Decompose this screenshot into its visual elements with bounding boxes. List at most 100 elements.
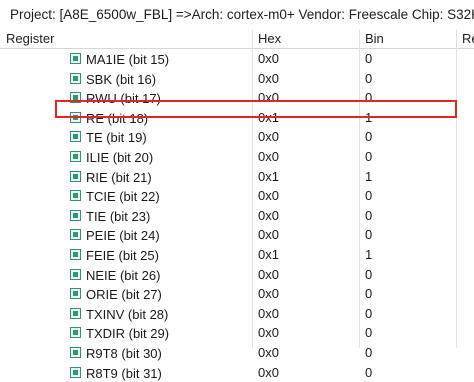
register-name-cell[interactable]: TE (bit 19) [70, 127, 252, 147]
bitfield-icon [70, 190, 81, 201]
bin-value-cell[interactable]: 0 [365, 147, 455, 167]
register-name-label: TXINV (bit 28) [86, 306, 168, 321]
bin-value-cell[interactable]: 0 [365, 343, 455, 363]
bitfield-icon [70, 308, 81, 319]
table-row[interactable]: PEIE (bit 24) 0x0 0 [0, 225, 474, 245]
register-name-cell[interactable]: NEIE (bit 26) [70, 265, 252, 285]
register-name-label: TIE (bit 23) [86, 209, 150, 224]
bitfield-icon [70, 112, 81, 123]
register-table-body: MA1IE (bit 15)0x00SBK (bit 16)0x00RWU (b… [0, 49, 474, 382]
table-row[interactable]: TXINV (bit 28) 0x0 0 [0, 304, 474, 324]
table-row[interactable]: NEIE (bit 26) 0x0 0 [0, 265, 474, 285]
hex-value-cell[interactable]: 0x0 [258, 127, 358, 147]
register-name-cell[interactable]: TXDIR (bit 29) [70, 323, 252, 343]
bin-value-cell[interactable]: 0 [365, 363, 455, 382]
bitfield-icon [70, 92, 81, 103]
hex-value-cell[interactable]: 0x0 [258, 363, 358, 382]
hex-value-cell[interactable]: 0x0 [258, 147, 358, 167]
table-row[interactable]: FEIE (bit 25) 0x1 1 [0, 245, 474, 265]
bin-value-cell[interactable]: 0 [365, 206, 455, 226]
bin-value-cell[interactable]: 1 [365, 245, 455, 265]
hex-value-cell[interactable]: 0x0 [258, 88, 358, 108]
bin-value-cell[interactable]: 0 [365, 186, 455, 206]
bitfield-icon [70, 269, 81, 280]
bitfield-icon [70, 171, 81, 182]
register-name-cell[interactable]: TIE (bit 23) [70, 206, 252, 226]
register-name-cell[interactable]: ORIE (bit 27) [70, 284, 252, 304]
column-header-re[interactable]: Re [456, 30, 474, 48]
bin-value-cell[interactable]: 1 [365, 108, 455, 128]
table-row[interactable]: ORIE (bit 27) 0x0 0 [0, 284, 474, 304]
hex-value-cell[interactable]: 0x0 [258, 284, 358, 304]
register-name-cell[interactable]: SBK (bit 16) [70, 69, 252, 89]
bin-value-cell[interactable]: 0 [365, 69, 455, 89]
column-header-bin[interactable]: Bin [359, 30, 456, 48]
table-row[interactable]: MA1IE (bit 15) 0x0 0 [0, 49, 474, 69]
hex-value-cell[interactable]: 0x0 [258, 265, 358, 285]
table-row[interactable]: RWU (bit 17) 0x0 0 [0, 88, 474, 108]
register-name-label: ORIE (bit 27) [86, 287, 162, 302]
hex-value-cell[interactable]: 0x0 [258, 206, 358, 226]
register-name-cell[interactable]: R8T9 (bit 31) [70, 363, 252, 382]
hex-value-cell[interactable]: 0x0 [258, 69, 358, 89]
register-name-label: PEIE (bit 24) [86, 228, 160, 243]
register-name-label: MA1IE (bit 15) [86, 52, 169, 67]
hex-value-cell[interactable]: 0x0 [258, 343, 358, 363]
bin-value-cell[interactable]: 0 [365, 284, 455, 304]
table-row[interactable]: RE (bit 18) 0x1 1 [0, 108, 474, 128]
hex-value-cell[interactable]: 0x0 [258, 225, 358, 245]
table-header: Register Hex Bin Re [0, 30, 474, 49]
hex-value-cell[interactable]: 0x0 [258, 49, 358, 69]
bitfield-icon [70, 288, 81, 299]
register-name-cell[interactable]: RIE (bit 21) [70, 167, 252, 187]
register-name-cell[interactable]: MA1IE (bit 15) [70, 49, 252, 69]
hex-value-cell[interactable]: 0x0 [258, 186, 358, 206]
bin-value-cell[interactable]: 0 [365, 265, 455, 285]
register-name-cell[interactable]: PEIE (bit 24) [70, 225, 252, 245]
table-row[interactable]: TE (bit 19) 0x0 0 [0, 127, 474, 147]
table-row[interactable]: R9T8 (bit 30) 0x0 0 [0, 343, 474, 363]
bitfield-icon [70, 73, 81, 84]
register-name-label: TCIE (bit 22) [86, 189, 160, 204]
register-name-cell[interactable]: TXINV (bit 28) [70, 304, 252, 324]
register-name-cell[interactable]: ILIE (bit 20) [70, 147, 252, 167]
register-name-label: SBK (bit 16) [86, 71, 156, 86]
register-name-cell[interactable]: TCIE (bit 22) [70, 186, 252, 206]
table-row[interactable]: TIE (bit 23) 0x0 0 [0, 206, 474, 226]
register-name-cell[interactable]: FEIE (bit 25) [70, 245, 252, 265]
hex-value-cell[interactable]: 0x1 [258, 167, 358, 187]
register-name-label: R8T9 (bit 31) [86, 365, 162, 380]
register-name-cell[interactable]: R9T8 (bit 30) [70, 343, 252, 363]
register-name-cell[interactable]: RWU (bit 17) [70, 88, 252, 108]
hex-value-cell[interactable]: 0x1 [258, 108, 358, 128]
table-row[interactable]: RIE (bit 21) 0x1 1 [0, 167, 474, 187]
bin-value-cell[interactable]: 0 [365, 88, 455, 108]
bin-value-cell[interactable]: 1 [365, 167, 455, 187]
bin-value-cell[interactable]: 0 [365, 304, 455, 324]
bin-value-cell[interactable]: 0 [365, 127, 455, 147]
column-header-register[interactable]: Register [0, 30, 252, 48]
bitfield-icon [70, 367, 81, 378]
bin-value-cell[interactable]: 0 [365, 323, 455, 343]
window-title: Project: [A8E_6500w_FBL] =>Arch: cortex-… [0, 0, 474, 30]
hex-value-cell[interactable]: 0x1 [258, 245, 358, 265]
bitfield-icon [70, 53, 81, 64]
bitfield-icon [70, 347, 81, 358]
bitfield-icon [70, 327, 81, 338]
column-header-hex[interactable]: Hex [252, 30, 359, 48]
bin-value-cell[interactable]: 0 [365, 225, 455, 245]
table-row[interactable]: SBK (bit 16) 0x0 0 [0, 69, 474, 89]
bitfield-icon [70, 229, 81, 240]
bin-value-cell[interactable]: 0 [365, 49, 455, 69]
register-name-label: NEIE (bit 26) [86, 267, 160, 282]
table-row[interactable]: ILIE (bit 20) 0x0 0 [0, 147, 474, 167]
register-name-label: FEIE (bit 25) [86, 248, 159, 263]
register-name-label: ILIE (bit 20) [86, 150, 153, 165]
table-row[interactable]: R8T9 (bit 31) 0x0 0 [0, 363, 474, 382]
register-name-label: TE (bit 19) [86, 130, 147, 145]
hex-value-cell[interactable]: 0x0 [258, 304, 358, 324]
register-name-cell[interactable]: RE (bit 18) [70, 108, 252, 128]
table-row[interactable]: TXDIR (bit 29) 0x0 0 [0, 323, 474, 343]
hex-value-cell[interactable]: 0x0 [258, 323, 358, 343]
table-row[interactable]: TCIE (bit 22) 0x0 0 [0, 186, 474, 206]
